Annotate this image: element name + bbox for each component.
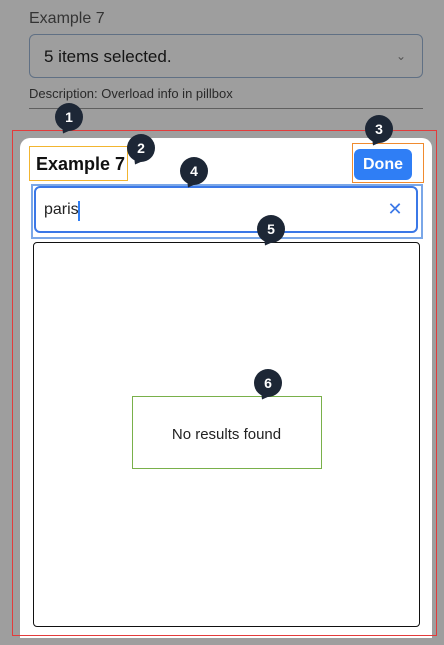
search-input[interactable] — [44, 198, 364, 222]
annotation-marker-2: 2 — [127, 134, 155, 162]
annotation-marker-3: 3 — [365, 115, 393, 143]
results-list[interactable]: No results found — [33, 242, 420, 627]
annotation-marker-6: 6 — [254, 369, 282, 397]
sheet-title: Example 7 — [36, 154, 126, 174]
annotation-marker-1: 1 — [55, 103, 83, 131]
text-caret — [78, 201, 80, 221]
picker-sheet: Example 7 Done ✕ No results found — [20, 138, 432, 638]
annotation-marker-5: 5 — [257, 215, 285, 243]
done-button[interactable]: Done — [354, 149, 412, 180]
no-results-message: No results found — [171, 426, 282, 443]
close-icon[interactable]: ✕ — [386, 200, 404, 218]
search-field[interactable]: ✕ — [34, 186, 418, 233]
annotation-marker-4: 4 — [180, 157, 208, 185]
